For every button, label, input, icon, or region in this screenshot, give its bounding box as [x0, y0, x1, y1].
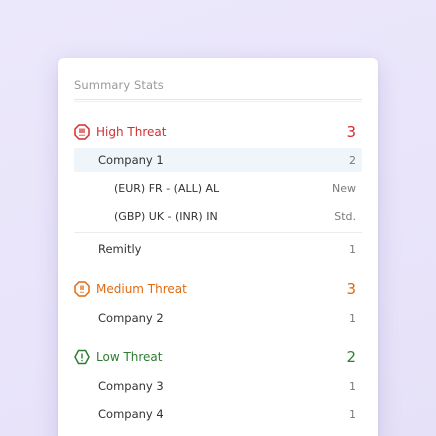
group-high-threat[interactable]: High Threat 3	[74, 120, 362, 144]
summary-stats-card: Summary Stats High Threat 3 Company 1 2 …	[58, 58, 378, 436]
list-item-count: 1	[349, 379, 356, 393]
list-item-currency-pair[interactable]: (GBP) UK - (INR) IN Std.	[74, 204, 362, 228]
list-item-name: (EUR) FR - (ALL) AL	[114, 181, 220, 195]
low-threat-label: Low Threat	[96, 350, 163, 364]
high-threat-label: High Threat	[96, 125, 167, 139]
high-threat-count: 3	[346, 123, 356, 141]
list-item-status: Std.	[334, 209, 356, 223]
title-divider	[74, 99, 362, 102]
group-label: Medium Threat	[74, 281, 187, 297]
high-threat-icon	[74, 124, 90, 140]
list-item-currency-pair[interactable]: (EUR) FR - (ALL) AL New	[74, 176, 362, 200]
list-item-remitly[interactable]: Remitly 1	[74, 237, 362, 261]
group-label: High Threat	[74, 124, 166, 140]
list-item-name: Company 4	[98, 407, 164, 421]
medium-threat-label: Medium Threat	[96, 282, 187, 296]
list-item-count: 1	[349, 242, 356, 256]
card-title: Summary Stats	[74, 78, 164, 92]
low-threat-icon	[74, 349, 90, 365]
list-item-name: (GBP) UK - (INR) IN	[114, 209, 218, 223]
group-medium-threat[interactable]: Medium Threat 3	[74, 277, 362, 301]
divider	[74, 232, 362, 233]
list-item-name: Company 2	[98, 311, 164, 325]
list-item-company-2[interactable]: Company 2 1	[74, 306, 362, 330]
list-item-name: Remitly	[98, 242, 142, 256]
group-low-threat[interactable]: Low Threat 2	[74, 345, 362, 369]
list-item-company-3[interactable]: Company 3 1	[74, 374, 362, 398]
list-item-company-4[interactable]: Company 4 1	[74, 402, 362, 426]
list-item-count: 1	[349, 311, 356, 325]
list-item-count: 2	[349, 153, 356, 167]
low-threat-count: 2	[346, 348, 356, 366]
group-label: Low Threat	[74, 349, 163, 365]
medium-threat-icon	[74, 281, 90, 297]
list-item-name: Company 3	[98, 379, 164, 393]
medium-threat-count: 3	[346, 280, 356, 298]
list-item-status: New	[332, 181, 356, 195]
list-item-count: 1	[349, 407, 356, 421]
list-item-company-1[interactable]: Company 1 2	[74, 148, 362, 172]
list-item-name: Company 1	[98, 153, 164, 167]
